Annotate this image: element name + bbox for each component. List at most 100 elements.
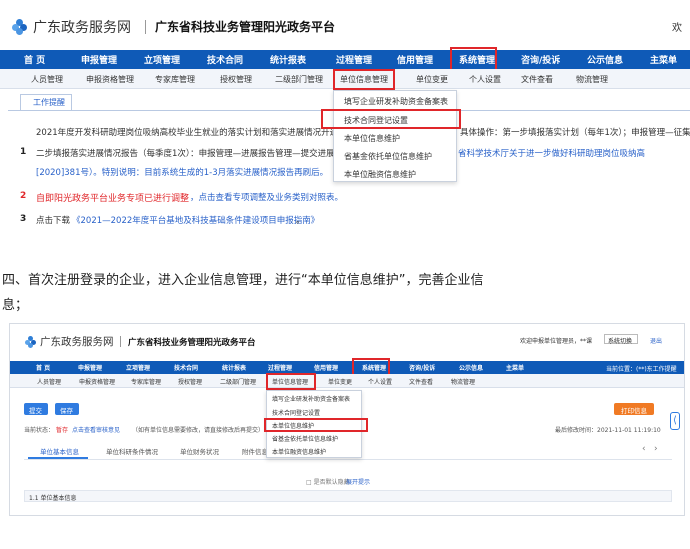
- nav-contract[interactable]: 技术合同: [207, 53, 243, 66]
- platform-title: 广东省科技业务管理阳光政务平台: [155, 20, 336, 34]
- highlight-system-nav: [450, 47, 497, 71]
- instruction-line-1: 四、首次注册登录的企业，进入企业信息管理，进行“本单位信息维护”，完善企业信: [2, 273, 484, 288]
- highlight-unit-info-maintain: [264, 418, 368, 432]
- nav-project[interactable]: 立项管理: [144, 53, 180, 66]
- tab-prev-icon[interactable]: ‹: [642, 444, 646, 454]
- platform-title-2: 广东省科技业务管理阳光政务平台: [128, 338, 256, 348]
- highlight-unit-info: [333, 69, 395, 90]
- menu2-contract-setting[interactable]: 技术合同登记设置: [272, 408, 361, 417]
- save-button[interactable]: 保存: [55, 403, 79, 415]
- item-1-text: 二步填报落实进展情况报告（每季度1次）：申报管理—进展报告管理—提交进展报告: [36, 149, 352, 159]
- tab-work-reminder[interactable]: 工作提醒: [20, 94, 72, 110]
- exit-link[interactable]: 退出: [650, 336, 662, 345]
- nav-process[interactable]: 过程管理: [336, 53, 372, 66]
- subnav2-personnel[interactable]: 人员管理: [37, 377, 61, 386]
- tab-next-icon[interactable]: ›: [654, 444, 658, 454]
- tab-finance[interactable]: 单位财务状况: [180, 446, 219, 456]
- subnav-authorization[interactable]: 授权管理: [220, 74, 252, 85]
- menu2-rd-subsidy[interactable]: 填写企业研发补助资金备案表: [272, 394, 361, 403]
- nav2-home[interactable]: 首 页: [36, 363, 50, 372]
- sub-nav-2: 人员管理 申报资格管理 专家库管理 授权管理 二级部门管理 单位信息管理 单位变…: [10, 374, 684, 388]
- highlight-contract-setting: [321, 109, 461, 129]
- nav2-consult[interactable]: 咨询/投诉: [409, 363, 435, 372]
- print-button[interactable]: 打印信息: [614, 403, 654, 415]
- menu-financing-maintain[interactable]: 本单位融资信息维护: [344, 169, 456, 180]
- hint-text[interactable]: □ 是否默认隐藏: [306, 477, 350, 486]
- save-label: 保存: [60, 407, 73, 415]
- print-label: 打印信息: [621, 407, 647, 415]
- tab-work-reminder-label: 工作提醒: [33, 98, 65, 107]
- nav-public[interactable]: 公示信息: [587, 53, 623, 66]
- menu2-financing-maintain[interactable]: 本单位融资信息维护: [272, 447, 361, 456]
- subnav2-experts[interactable]: 专家库管理: [131, 377, 161, 386]
- nav2-public[interactable]: 公示信息: [459, 363, 483, 372]
- subnav-personnel[interactable]: 人员管理: [31, 74, 63, 85]
- subnav2-authorization[interactable]: 授权管理: [178, 377, 202, 386]
- nav-apply[interactable]: 申报管理: [81, 53, 117, 66]
- submit-button[interactable]: 提交: [24, 403, 48, 415]
- nav2-credit[interactable]: 信用管理: [314, 363, 338, 372]
- status-note: （如有单位信息需要修改，请直接修改后再提交）: [132, 427, 265, 434]
- tab-research[interactable]: 单位科研条件情况: [106, 446, 158, 456]
- instruction-line-2: 息；: [2, 298, 29, 313]
- user-greeting: 欢迎申报单位管理员，**课: [520, 338, 593, 345]
- subnav2-logistics[interactable]: 物流管理: [451, 377, 475, 386]
- status-value: 暂存: [56, 427, 69, 434]
- nav-home[interactable]: 首 页: [24, 53, 45, 66]
- menu2-fund-unit-maintain[interactable]: 省基金依托单位信息维护: [272, 434, 361, 443]
- system-switch-label: 系统切换: [608, 338, 633, 345]
- menu-rd-subsidy[interactable]: 填写企业研发补助资金备案表: [344, 96, 456, 107]
- nav-stats[interactable]: 统计报表: [270, 53, 306, 66]
- subnav2-files[interactable]: 文件查看: [409, 377, 433, 386]
- nav2-stats[interactable]: 统计报表: [222, 363, 246, 372]
- subnav-departments[interactable]: 二级部门管理: [275, 74, 323, 85]
- status-link[interactable]: 点击查看审核意见: [72, 425, 120, 434]
- nav2-project[interactable]: 立项管理: [126, 363, 150, 372]
- notice-line-0-right: 具体操作：第一步填报落实计划（每年1次）；申报管理—征集: [460, 128, 690, 138]
- header-divider-2: [120, 336, 121, 347]
- subnav-personal[interactable]: 个人设置: [469, 74, 501, 85]
- item-1-number: 1: [20, 147, 27, 157]
- nav-consult[interactable]: 咨询/投诉: [521, 53, 560, 66]
- last-modified: 最后修改时间：2021-11-01 11:19:10: [555, 427, 661, 434]
- nav-credit[interactable]: 信用管理: [397, 53, 433, 66]
- nav-main-menu[interactable]: 主菜单: [650, 53, 677, 66]
- site-name[interactable]: 广东政务服务网: [33, 17, 131, 37]
- nav2-contract[interactable]: 技术合同: [174, 363, 198, 372]
- item-2-number: 2: [20, 191, 27, 201]
- site-logo-icon: [12, 19, 28, 35]
- item-1-right-link[interactable]: 省科学技术厅关于进一步做好科研助理岗位吸纳高: [458, 147, 645, 159]
- hint-expand-link[interactable]: 展开提示: [346, 477, 370, 486]
- item-1-link[interactable]: [2020]381号）。特别说明：目前系统生成的1-3月落实进展情况报告再刷后。: [36, 166, 328, 178]
- subnav-unit-change[interactable]: 单位变更: [416, 74, 448, 85]
- nav2-apply[interactable]: 申报管理: [78, 363, 102, 372]
- subnav2-departments[interactable]: 二级部门管理: [220, 377, 256, 386]
- subnav2-personal[interactable]: 个人设置: [368, 377, 392, 386]
- tab-attachments[interactable]: 附件信息: [242, 446, 268, 456]
- tab-basic-info[interactable]: 单位基本信息: [40, 446, 79, 456]
- status-prefix: 当前状态：: [24, 427, 55, 434]
- item-3-number: 3: [20, 214, 27, 224]
- nav2-main-menu[interactable]: 主菜单: [506, 363, 524, 372]
- site-name-2[interactable]: 广东政务服务网: [40, 334, 114, 349]
- main-nav-2: 首 页 申报管理 立项管理 技术合同 统计报表 过程管理 信用管理 系统管理 咨…: [10, 361, 684, 374]
- system-switch-select[interactable]: 系统切换: [604, 334, 638, 345]
- subnav-files[interactable]: 文件查看: [521, 74, 553, 85]
- subnav-qualification[interactable]: 申报资格管理: [86, 74, 134, 85]
- section-header: 1.1 单位基本信息: [24, 490, 672, 502]
- subnav2-unit-change[interactable]: 单位变更: [328, 377, 352, 386]
- site-logo-icon-2: [25, 336, 37, 348]
- item-3-link[interactable]: 《2021—2022年度平台基地及科技基础条件建设项目申报指南》: [72, 214, 319, 226]
- item-2-link[interactable]: ，点击查看专项调整及业务类别对照表。: [190, 191, 343, 203]
- item-2-red-text: 自即阳光政务平台业务专项已进行调整: [36, 194, 190, 204]
- nav2-process[interactable]: 过程管理: [268, 363, 292, 372]
- subnav-experts[interactable]: 专家库管理: [155, 74, 195, 85]
- menu-fund-unit-maintain[interactable]: 省基金依托单位信息维护: [344, 151, 456, 162]
- side-handle[interactable]: ⟨: [670, 412, 680, 430]
- subnav-logistics[interactable]: 物流管理: [576, 74, 608, 85]
- notice-line-0: 2021年度开发科研助理岗位吸纳高校毕业生就业的落实计划和落实进展情况开通填报: [36, 128, 356, 138]
- screenshot-1: 广东政务服务网 广东省科技业务管理阳光政务平台 欢 首 页 申报管理 立项管理 …: [0, 0, 690, 234]
- menu-unit-info-maintain[interactable]: 本单位信息维护: [344, 133, 456, 144]
- top-right-text: 欢: [672, 23, 682, 34]
- subnav2-qualification[interactable]: 申报资格管理: [79, 377, 115, 386]
